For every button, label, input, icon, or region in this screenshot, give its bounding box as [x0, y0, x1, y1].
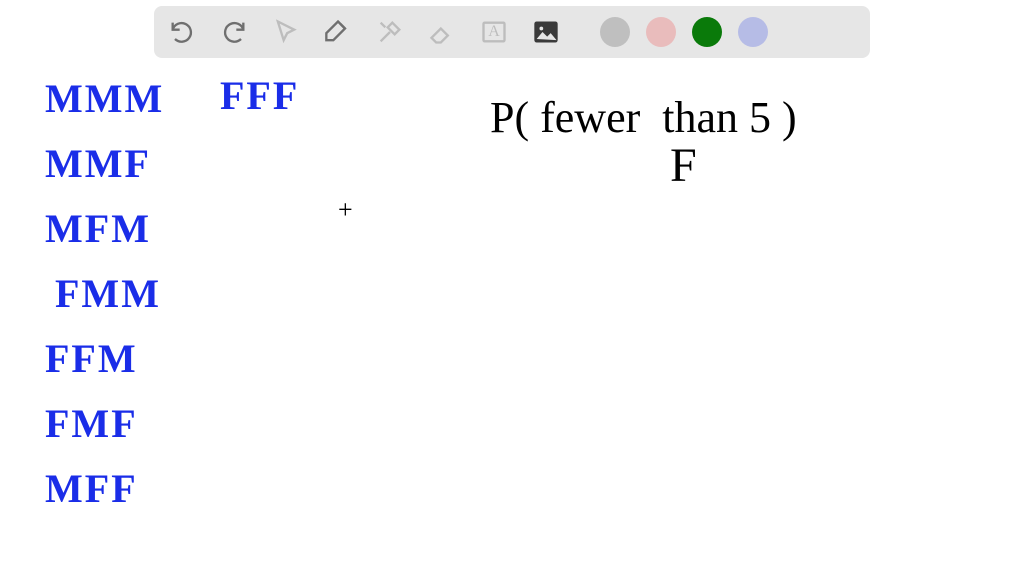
undo-icon[interactable] [164, 14, 200, 50]
color-gray-swatch[interactable] [600, 17, 630, 47]
pen-icon[interactable] [320, 14, 356, 50]
formula-line-1: P( fewer than 5 ) [490, 92, 797, 143]
textbox-icon[interactable]: A [476, 14, 512, 50]
formula-line-2: F [670, 138, 697, 193]
eraser-icon[interactable] [424, 14, 460, 50]
tools-icon[interactable] [372, 14, 408, 50]
outcome-text: FFM [45, 335, 138, 382]
outcome-text: FMM [55, 270, 161, 317]
pointer-icon[interactable] [268, 14, 304, 50]
outcome-text: FMF [45, 400, 138, 447]
crosshair-cursor-icon: + [338, 195, 353, 225]
color-pink-swatch[interactable] [646, 17, 676, 47]
drawing-toolbar: A [154, 6, 870, 58]
outcome-text: MMM [45, 75, 164, 122]
color-lilac-swatch[interactable] [738, 17, 768, 47]
outcome-text: MFM [45, 205, 151, 252]
image-icon[interactable] [528, 14, 564, 50]
outcome-text: MMF [45, 140, 151, 187]
textbox-a-label: A [488, 23, 500, 41]
outcome-text: FFF [220, 72, 299, 119]
redo-icon[interactable] [216, 14, 252, 50]
color-green-swatch[interactable] [692, 17, 722, 47]
outcome-text: MFF [45, 465, 138, 512]
